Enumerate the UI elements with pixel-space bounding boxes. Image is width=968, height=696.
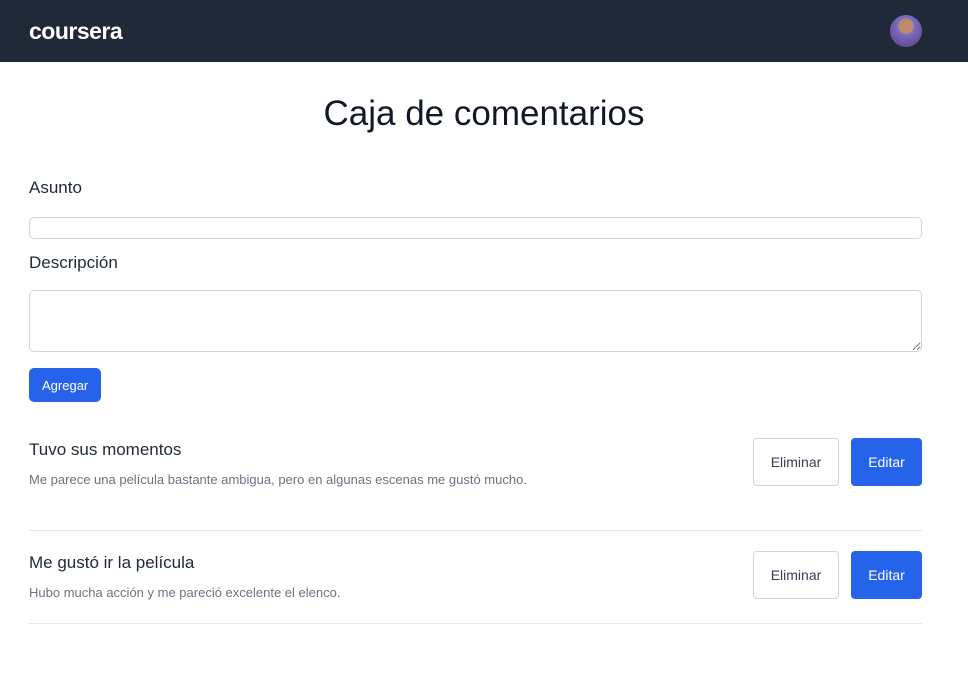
delete-button[interactable]: Eliminar xyxy=(753,438,839,486)
description-label: Descripción xyxy=(29,253,118,272)
add-button[interactable]: Agregar xyxy=(29,368,102,402)
edit-button[interactable]: Editar xyxy=(851,551,922,599)
subject-input[interactable] xyxy=(29,217,922,239)
edit-button[interactable]: Editar xyxy=(851,438,922,486)
description-textarea[interactable] xyxy=(29,290,922,352)
subject-label: Asunto xyxy=(29,178,82,197)
navbar: coursera xyxy=(0,0,968,62)
comment-description: Me parece una película bastante ambigua,… xyxy=(29,472,527,487)
comment-item: Me gustó ir la película Hubo mucha acció… xyxy=(29,531,922,624)
coursera-logo[interactable]: coursera xyxy=(29,18,123,45)
comment-description: Hubo mucha acción y me pareció excelente… xyxy=(29,585,341,600)
page-title: Caja de comentarios xyxy=(323,94,645,133)
comment-list: Tuvo sus momentos Me parece una película… xyxy=(0,438,968,624)
delete-button[interactable]: Eliminar xyxy=(753,551,839,599)
comment-form: Asunto Descripción Agregar xyxy=(0,178,968,402)
comment-title: Me gustó ir la película xyxy=(29,553,195,572)
comment-title: Tuvo sus momentos xyxy=(29,440,182,459)
user-avatar[interactable] xyxy=(890,15,922,47)
comment-item: Tuvo sus momentos Me parece una película… xyxy=(29,438,922,531)
